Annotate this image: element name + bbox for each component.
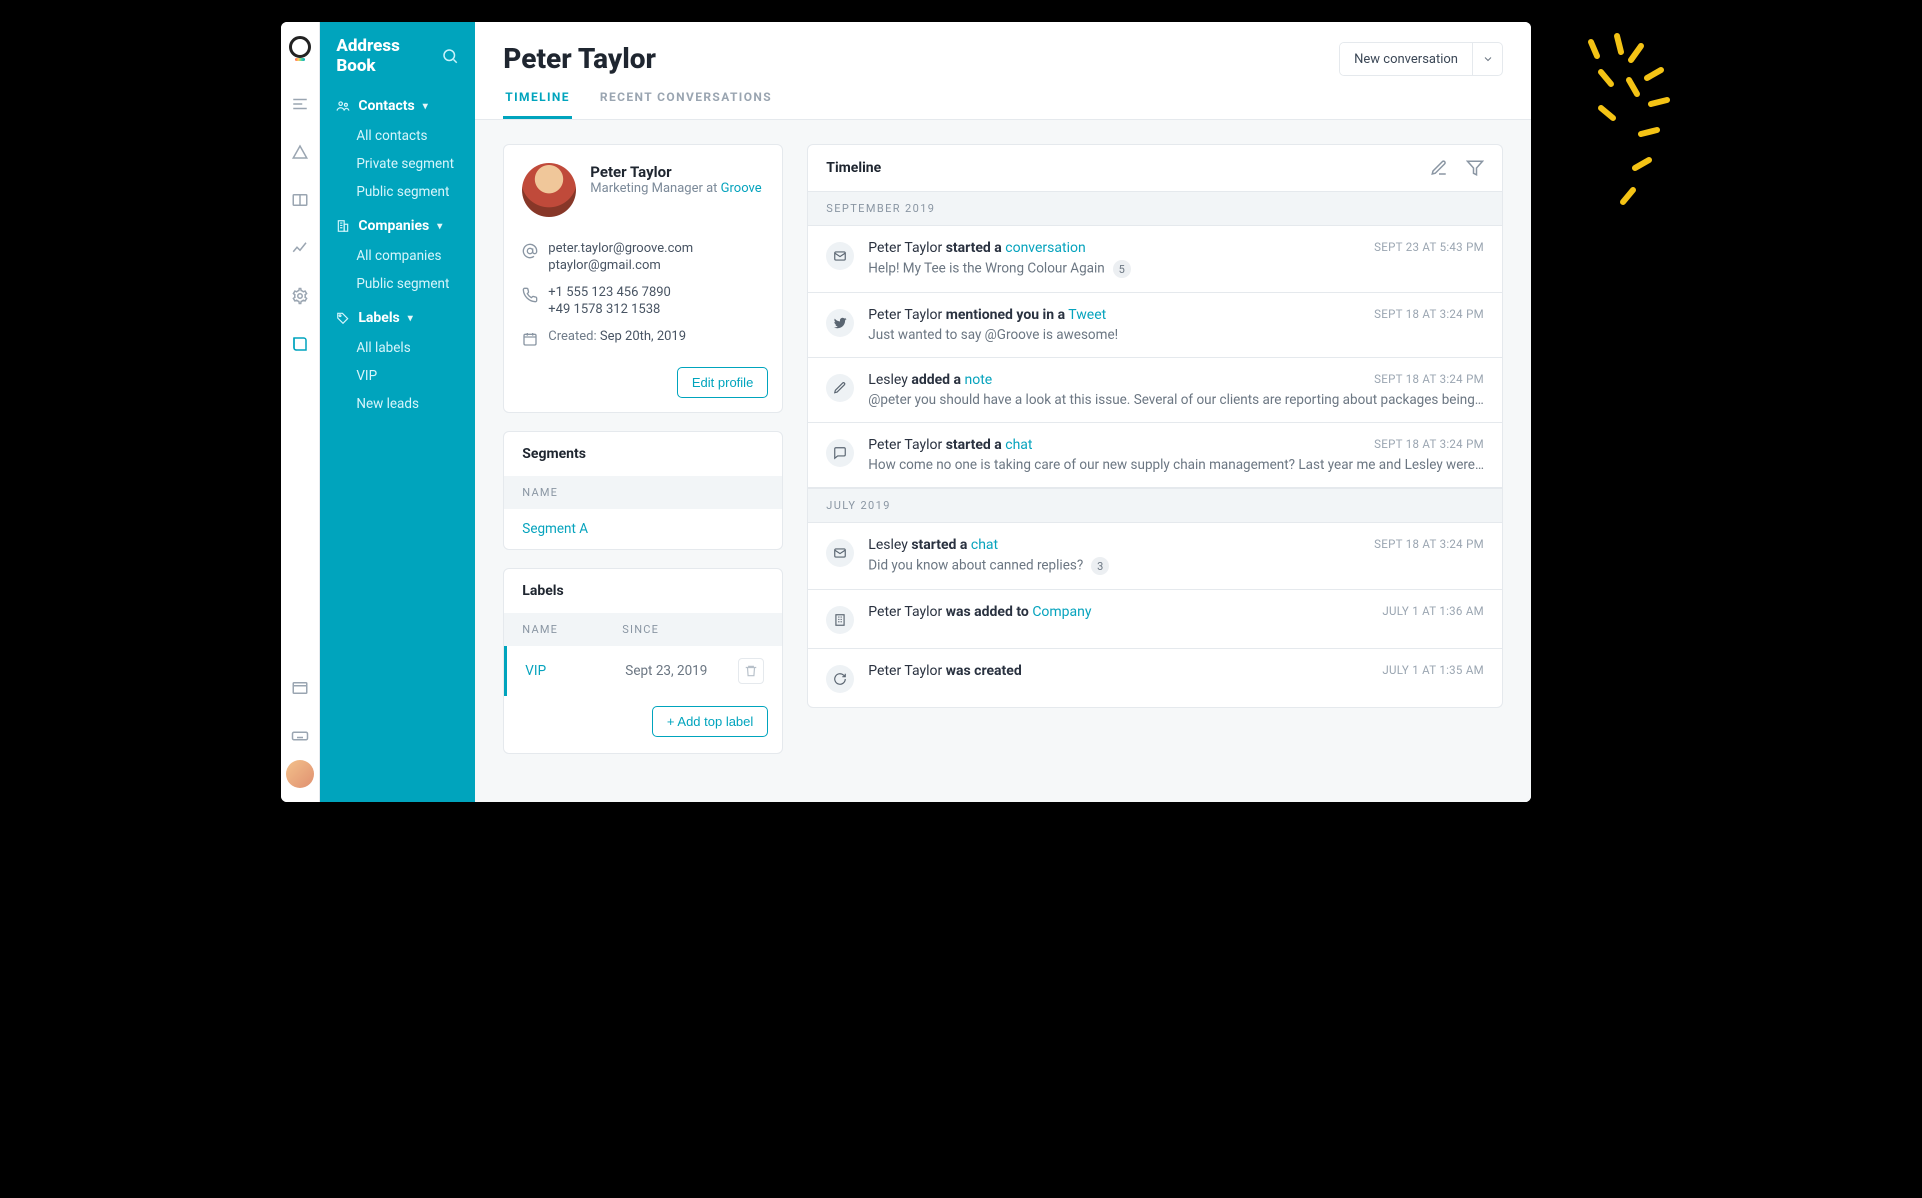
address-book-sidebar: Address Book Contacts▾All contactsPrivat… <box>320 22 475 802</box>
new-conversation-caret[interactable] <box>1472 43 1502 75</box>
icon-rail <box>281 22 320 802</box>
timeline-item[interactable]: Lesley added a noteSEPT 18 AT 3:24 PM@pe… <box>808 357 1502 422</box>
timeline-item[interactable]: Peter Taylor was createdJULY 1 AT 1:35 A… <box>808 648 1502 707</box>
current-user-avatar[interactable] <box>286 760 314 788</box>
page-title: Peter Taylor <box>503 42 656 75</box>
rail-menu-icon[interactable] <box>286 90 314 118</box>
calendar-icon <box>522 331 538 347</box>
sidebar-title: Address Book <box>336 36 441 76</box>
timeline-filter-icon[interactable] <box>1466 159 1484 177</box>
pencil-icon <box>826 374 854 402</box>
sidebar-item[interactable]: Private segment <box>320 150 475 178</box>
sidebar-item[interactable]: All companies <box>320 242 475 270</box>
sidebar-item[interactable]: Public segment <box>320 178 475 206</box>
timeline-item[interactable]: Peter Taylor mentioned you in a TweetSEP… <box>808 292 1502 357</box>
contact-avatar <box>522 163 576 217</box>
rail-address-book-icon[interactable] <box>286 330 314 358</box>
rail-reports-icon[interactable] <box>286 234 314 262</box>
page-tabs: TIMELINE RECENT CONVERSATIONS <box>475 76 1531 120</box>
at-icon <box>522 243 538 259</box>
sidebar-group-companies[interactable]: Companies▾ <box>320 210 475 242</box>
timeline-edit-icon[interactable] <box>1430 159 1448 177</box>
timeline-item[interactable]: Peter Taylor was added to CompanyJULY 1 … <box>808 589 1502 648</box>
decorative-sparkles <box>1571 22 1691 242</box>
rail-send-icon[interactable] <box>286 138 314 166</box>
labels-card: Labels NAMESINCE VIPSept 23, 2019 + Add … <box>503 568 783 754</box>
delete-label-icon[interactable] <box>738 658 764 684</box>
new-conversation-dropdown: New conversation <box>1339 42 1503 76</box>
twitter-icon <box>826 309 854 337</box>
timeline-group-header: JULY 2019 <box>807 488 1503 523</box>
new-conversation-button[interactable]: New conversation <box>1340 43 1472 75</box>
chat-icon <box>826 439 854 467</box>
contact-name: Peter Taylor <box>590 163 761 181</box>
groove-logo <box>289 36 311 58</box>
contact-company-link[interactable]: Groove <box>721 181 762 196</box>
segments-card: Segments NAME Segment A <box>503 431 783 550</box>
rail-kb-icon[interactable] <box>286 186 314 214</box>
phones-row: +1 555 123 456 7890 +49 1578 312 1538 <box>522 279 764 323</box>
refresh-icon <box>826 665 854 693</box>
sidebar-item[interactable]: All labels <box>320 334 475 362</box>
sidebar-item[interactable]: Public segment <box>320 270 475 298</box>
segments-title: Segments <box>504 432 782 476</box>
emails-row: peter.taylor@groove.com ptaylor@gmail.com <box>522 235 764 279</box>
phone-icon <box>522 287 538 303</box>
mail-icon <box>826 242 854 270</box>
sidebar-item[interactable]: New leads <box>320 390 475 418</box>
sidebar-nav: Contacts▾All contactsPrivate segmentPubl… <box>320 88 475 420</box>
building-icon <box>826 606 854 634</box>
contact-email: peter.taylor@groove.com <box>548 241 693 256</box>
sidebar-group-contacts[interactable]: Contacts▾ <box>320 90 475 122</box>
add-label-button[interactable]: + Add top label <box>652 706 768 737</box>
segment-row[interactable]: Segment A <box>504 509 782 549</box>
contact-email: ptaylor@gmail.com <box>548 258 693 273</box>
mail-icon <box>826 539 854 567</box>
app-window: Address Book Contacts▾All contactsPrivat… <box>281 22 1531 802</box>
labels-title: Labels <box>504 569 782 613</box>
label-row[interactable]: VIPSept 23, 2019 <box>504 646 782 696</box>
rail-apps-icon[interactable] <box>286 674 314 702</box>
sidebar-group-labels[interactable]: Labels▾ <box>320 302 475 334</box>
sidebar-item[interactable]: VIP <box>320 362 475 390</box>
timeline-title: Timeline <box>826 160 881 176</box>
edit-profile-button[interactable]: Edit profile <box>677 367 768 398</box>
contact-phone: +1 555 123 456 7890 <box>548 285 671 300</box>
timeline-item[interactable]: Lesley started a chatSEPT 18 AT 3:24 PMD… <box>808 523 1502 589</box>
profile-card: Peter Taylor Marketing Manager at Groove… <box>503 144 783 413</box>
rail-settings-icon[interactable] <box>286 282 314 310</box>
timeline-group-header: SEPTEMBER 2019 <box>807 191 1503 226</box>
contact-phone: +49 1578 312 1538 <box>548 302 671 317</box>
rail-keyboard-icon[interactable] <box>286 722 314 750</box>
contact-role: Marketing Manager at Groove <box>590 181 761 196</box>
sidebar-item[interactable]: All contacts <box>320 122 475 150</box>
timeline-item[interactable]: Peter Taylor started a chatSEPT 18 AT 3:… <box>808 422 1502 487</box>
main-area: Peter Taylor New conversation TIMELINE RE… <box>475 22 1531 802</box>
created-row: Created: Sep 20th, 2019 <box>522 323 764 353</box>
tab-timeline[interactable]: TIMELINE <box>503 90 572 119</box>
tab-recent-conversations[interactable]: RECENT CONVERSATIONS <box>598 90 774 119</box>
search-icon[interactable] <box>441 47 459 65</box>
timeline-column: Timeline SEPTEMBER 2019Peter Taylor star… <box>807 144 1503 708</box>
timeline-item[interactable]: Peter Taylor started a conversationSEPT … <box>808 226 1502 292</box>
